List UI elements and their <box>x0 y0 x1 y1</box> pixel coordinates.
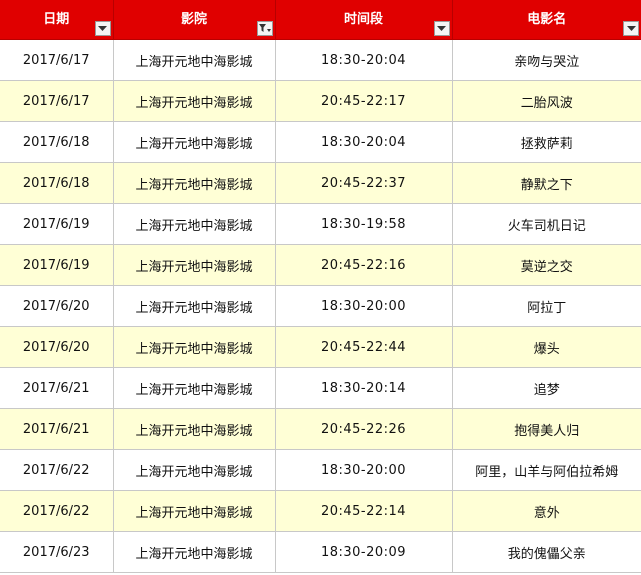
date-cell[interactable]: 2017/6/20 <box>0 285 114 327</box>
cinema-cell[interactable]: 上海开元地中海影城 <box>113 162 276 204</box>
time-cell[interactable]: 18:30-20:04 <box>275 121 453 163</box>
cinema-cell[interactable]: 上海开元地中海影城 <box>113 367 276 409</box>
table-row: 2017/6/17 上海开元地中海影城 20:45-22:17 二胎风波 <box>0 80 641 122</box>
date-cell[interactable]: 2017/6/19 <box>0 203 114 245</box>
column-header-label: 影院 <box>180 12 207 27</box>
time-cell[interactable]: 18:30-20:09 <box>275 531 453 573</box>
cinema-cell[interactable]: 上海开元地中海影城 <box>113 39 276 81</box>
movie-cell[interactable]: 我的傀儡父亲 <box>452 531 641 573</box>
time-cell[interactable]: 20:45-22:14 <box>275 490 453 532</box>
table-row: 2017/6/20 上海开元地中海影城 20:45-22:44 爆头 <box>0 326 641 368</box>
column-header-label: 电影名 <box>527 12 567 27</box>
cinema-cell[interactable]: 上海开元地中海影城 <box>113 121 276 163</box>
table-row: 2017/6/18 上海开元地中海影城 18:30-20:04 拯救萨莉 <box>0 121 641 163</box>
cinema-cell[interactable]: 上海开元地中海影城 <box>113 80 276 122</box>
movie-cell[interactable]: 阿里，山羊与阿伯拉希姆 <box>452 449 641 491</box>
table-row: 2017/6/18 上海开元地中海影城 20:45-22:37 静默之下 <box>0 162 641 204</box>
column-header-time: 时间段 <box>275 0 453 40</box>
date-cell[interactable]: 2017/6/17 <box>0 80 114 122</box>
cinema-cell[interactable]: 上海开元地中海影城 <box>113 531 276 573</box>
table-body: 2017/6/17 上海开元地中海影城 18:30-20:04 亲吻与哭泣 20… <box>0 39 641 573</box>
time-cell[interactable]: 20:45-22:17 <box>275 80 453 122</box>
table-row: 2017/6/19 上海开元地中海影城 20:45-22:16 莫逆之交 <box>0 244 641 286</box>
table-row: 2017/6/21 上海开元地中海影城 20:45-22:26 抱得美人归 <box>0 408 641 450</box>
filter-dropdown-icon[interactable] <box>94 21 111 36</box>
column-header-date: 日期 <box>0 0 114 40</box>
filter-dropdown-icon[interactable] <box>433 21 450 36</box>
cinema-cell[interactable]: 上海开元地中海影城 <box>113 203 276 245</box>
date-cell[interactable]: 2017/6/17 <box>0 39 114 81</box>
screening-table: 日期 影院 时间段 电影名 2017/6/17 上海开元地中海影城 18:30-… <box>0 0 641 573</box>
table-row: 2017/6/22 上海开元地中海影城 18:30-20:00 阿里，山羊与阿伯… <box>0 449 641 491</box>
cinema-cell[interactable]: 上海开元地中海影城 <box>113 408 276 450</box>
table-row: 2017/6/21 上海开元地中海影城 18:30-20:14 追梦 <box>0 367 641 409</box>
movie-cell[interactable]: 静默之下 <box>452 162 641 204</box>
date-cell[interactable]: 2017/6/18 <box>0 121 114 163</box>
date-cell[interactable]: 2017/6/23 <box>0 531 114 573</box>
time-cell[interactable]: 18:30-20:04 <box>275 39 453 81</box>
column-header-cinema: 影院 <box>113 0 276 40</box>
date-cell[interactable]: 2017/6/22 <box>0 490 114 532</box>
cinema-cell[interactable]: 上海开元地中海影城 <box>113 449 276 491</box>
time-cell[interactable]: 20:45-22:37 <box>275 162 453 204</box>
time-cell[interactable]: 18:30-19:58 <box>275 203 453 245</box>
time-cell[interactable]: 20:45-22:16 <box>275 244 453 286</box>
movie-cell[interactable]: 亲吻与哭泣 <box>452 39 641 81</box>
movie-cell[interactable]: 拯救萨莉 <box>452 121 641 163</box>
table-row: 2017/6/17 上海开元地中海影城 18:30-20:04 亲吻与哭泣 <box>0 39 641 81</box>
time-cell[interactable]: 20:45-22:44 <box>275 326 453 368</box>
date-cell[interactable]: 2017/6/21 <box>0 367 114 409</box>
table-row: 2017/6/20 上海开元地中海影城 18:30-20:00 阿拉丁 <box>0 285 641 327</box>
filter-active-icon[interactable] <box>256 21 273 36</box>
header-row: 日期 影院 时间段 电影名 <box>0 0 641 40</box>
time-cell[interactable]: 18:30-20:14 <box>275 367 453 409</box>
table-row: 2017/6/23 上海开元地中海影城 18:30-20:09 我的傀儡父亲 <box>0 531 641 573</box>
date-cell[interactable]: 2017/6/20 <box>0 326 114 368</box>
filter-dropdown-icon[interactable] <box>623 21 639 36</box>
column-header-label: 日期 <box>43 12 70 27</box>
cinema-cell[interactable]: 上海开元地中海影城 <box>113 285 276 327</box>
table-header: 日期 影院 时间段 电影名 <box>0 0 641 40</box>
movie-cell[interactable]: 莫逆之交 <box>452 244 641 286</box>
date-cell[interactable]: 2017/6/18 <box>0 162 114 204</box>
column-header-label: 时间段 <box>343 12 383 27</box>
movie-cell[interactable]: 追梦 <box>452 367 641 409</box>
date-cell[interactable]: 2017/6/22 <box>0 449 114 491</box>
table-row: 2017/6/22 上海开元地中海影城 20:45-22:14 意外 <box>0 490 641 532</box>
date-cell[interactable]: 2017/6/21 <box>0 408 114 450</box>
movie-cell[interactable]: 爆头 <box>452 326 641 368</box>
movie-cell[interactable]: 二胎风波 <box>452 80 641 122</box>
cinema-cell[interactable]: 上海开元地中海影城 <box>113 490 276 532</box>
cinema-cell[interactable]: 上海开元地中海影城 <box>113 326 276 368</box>
time-cell[interactable]: 18:30-20:00 <box>275 285 453 327</box>
time-cell[interactable]: 20:45-22:26 <box>275 408 453 450</box>
movie-cell[interactable]: 抱得美人归 <box>452 408 641 450</box>
spreadsheet: 日期 影院 时间段 电影名 2017/6/17 上海开元地中海影城 18:30-… <box>0 0 641 575</box>
movie-cell[interactable]: 火车司机日记 <box>452 203 641 245</box>
movie-cell[interactable]: 意外 <box>452 490 641 532</box>
table-row: 2017/6/19 上海开元地中海影城 18:30-19:58 火车司机日记 <box>0 203 641 245</box>
cinema-cell[interactable]: 上海开元地中海影城 <box>113 244 276 286</box>
date-cell[interactable]: 2017/6/19 <box>0 244 114 286</box>
movie-cell[interactable]: 阿拉丁 <box>452 285 641 327</box>
time-cell[interactable]: 18:30-20:00 <box>275 449 453 491</box>
column-header-movie: 电影名 <box>452 0 641 40</box>
